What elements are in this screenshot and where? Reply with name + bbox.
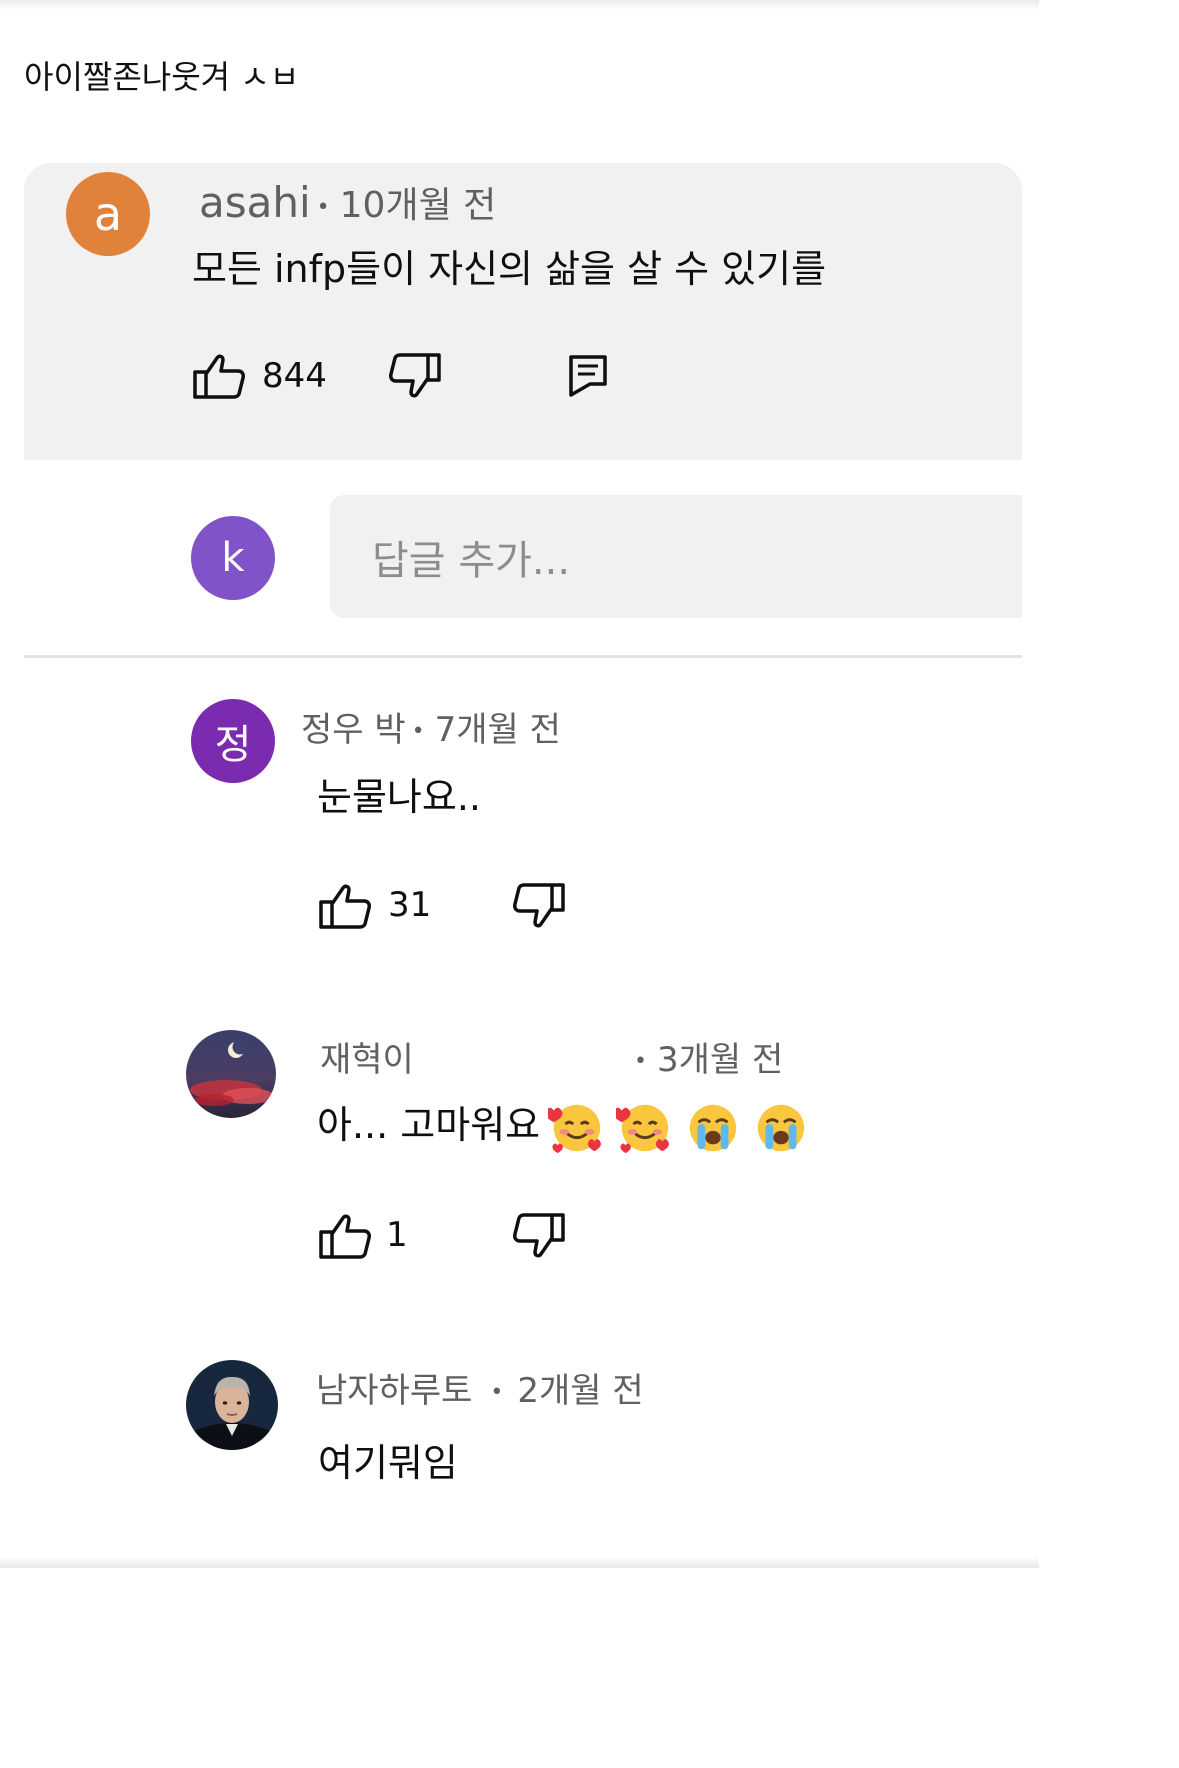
reply-time[interactable]: 2개월 전 bbox=[517, 1371, 643, 1411]
dislike-button[interactable] bbox=[388, 352, 442, 400]
reply-text: 아... 고마워요 bbox=[317, 1103, 541, 1147]
reply-author[interactable]: 남자하루토 bbox=[316, 1371, 472, 1411]
like-count: 31 bbox=[388, 885, 432, 925]
thumbs-down-icon bbox=[513, 883, 565, 928]
thumbs-up-icon bbox=[319, 884, 371, 929]
reply-time-group: • 3개월 전 bbox=[628, 1032, 783, 1081]
reply-button[interactable] bbox=[568, 354, 608, 398]
comment-meta: asahi • 10개월 전 bbox=[199, 176, 496, 228]
avatar[interactable]: a bbox=[66, 172, 150, 256]
top-edge bbox=[0, 0, 1039, 10]
like-button[interactable] bbox=[318, 1212, 372, 1260]
reply-meta: 남자하루토 • 2개월 전 bbox=[316, 1363, 644, 1412]
like-count: 844 bbox=[262, 356, 327, 396]
avatar[interactable]: 정 bbox=[191, 699, 275, 783]
loudly-crying-face-icon bbox=[757, 1104, 805, 1151]
dislike-button[interactable] bbox=[512, 882, 566, 930]
divider bbox=[24, 655, 1022, 658]
thumbs-down-icon bbox=[513, 1213, 565, 1258]
moon-sky-avatar-image bbox=[186, 1030, 276, 1118]
separator-dot: • bbox=[490, 1380, 504, 1405]
avatar-letter: a bbox=[93, 187, 123, 241]
post-caption: 아이짤존나웃겨 ㅅㅂ bbox=[24, 58, 300, 96]
comment-time[interactable]: 10개월 전 bbox=[340, 185, 497, 226]
reply-icon bbox=[569, 355, 607, 397]
comment-text: 모든 infp들이 자신의 삶을 살 수 있기를 bbox=[192, 247, 827, 291]
separator-dot: • bbox=[316, 195, 330, 220]
thumbs-up-icon bbox=[193, 354, 245, 399]
reply-meta: 정우 박 • 7개월 전 bbox=[301, 702, 561, 751]
avatar[interactable] bbox=[186, 1030, 276, 1118]
reply-input-placeholder: 답글 추가... bbox=[372, 538, 571, 584]
avatar[interactable] bbox=[186, 1360, 278, 1450]
dislike-button[interactable] bbox=[512, 1212, 566, 1260]
reply-author[interactable]: 정우 박 bbox=[301, 710, 406, 750]
reply-author[interactable]: 재혁이 bbox=[320, 1040, 414, 1080]
emoji-group bbox=[548, 1099, 810, 1157]
current-user-avatar[interactable]: k bbox=[191, 516, 275, 600]
reply-text: 눈물나요.. bbox=[317, 775, 481, 819]
avatar-letter: k bbox=[221, 535, 245, 581]
bottom-edge bbox=[0, 1556, 1039, 1568]
comment-author[interactable]: asahi bbox=[199, 178, 311, 227]
like-button[interactable] bbox=[192, 352, 246, 400]
loudly-crying-face-icon bbox=[689, 1104, 737, 1151]
reply-text: 여기뭐임 bbox=[318, 1441, 458, 1485]
thumbs-down-icon bbox=[389, 353, 441, 398]
highlighted-comment-card bbox=[24, 163, 1022, 460]
thumbs-up-icon bbox=[319, 1214, 371, 1259]
reply-meta: 재혁이 bbox=[320, 1032, 414, 1081]
reply-text-line: 아... 고마워요 bbox=[317, 1094, 810, 1157]
separator-dot: • bbox=[634, 1049, 647, 1074]
separator-dot: • bbox=[411, 719, 425, 744]
avatar-letter: 정 bbox=[214, 722, 252, 768]
smiling-face-with-hearts-icon bbox=[616, 1104, 670, 1153]
like-count: 1 bbox=[386, 1215, 408, 1255]
reply-time[interactable]: 3개월 전 bbox=[657, 1040, 783, 1080]
smiling-face-with-hearts-icon bbox=[548, 1104, 602, 1153]
person-photo-avatar-image bbox=[186, 1360, 278, 1450]
reply-time[interactable]: 7개월 전 bbox=[435, 710, 561, 750]
like-button[interactable] bbox=[318, 882, 372, 930]
